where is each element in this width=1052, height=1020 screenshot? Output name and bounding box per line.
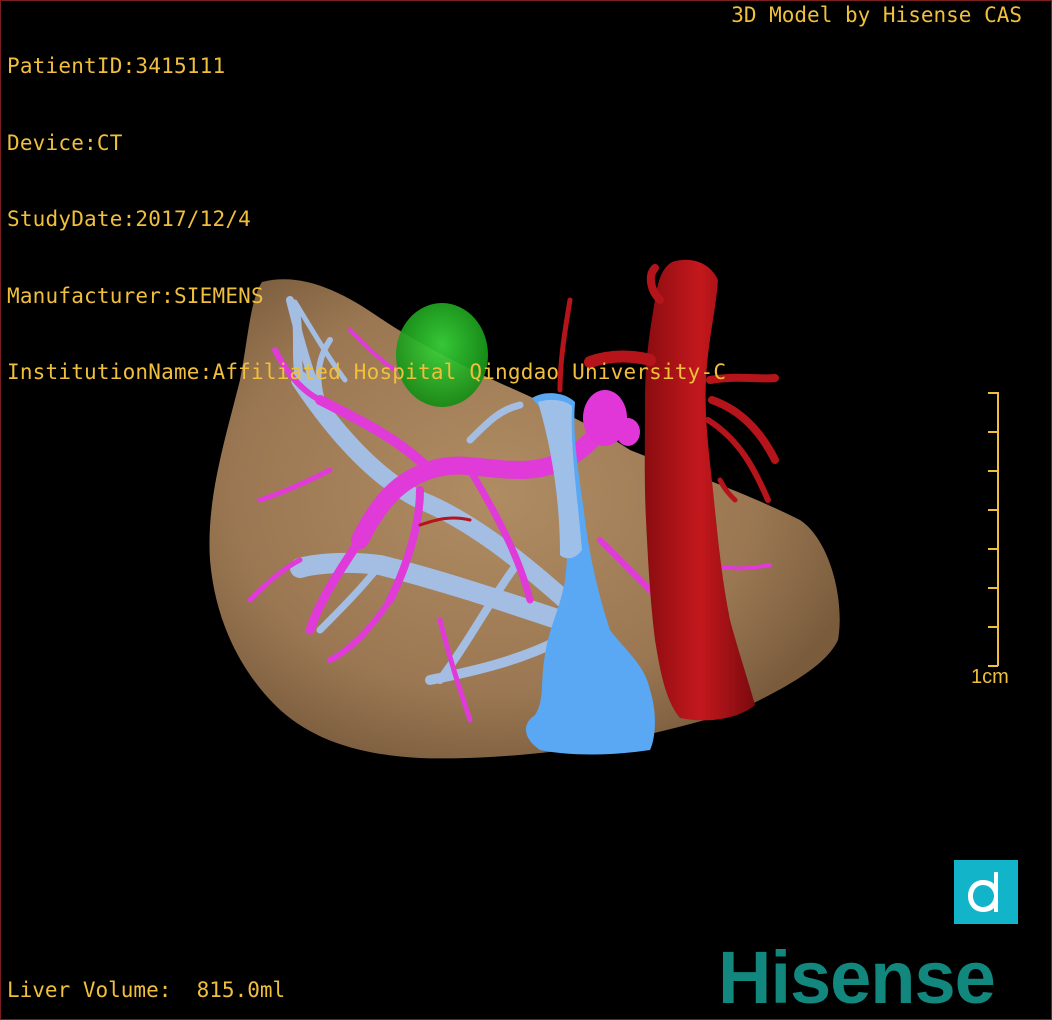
app-badge-icon[interactable] <box>954 860 1018 924</box>
device-label: Device:CT <box>7 130 123 155</box>
liver-volume-readout: Liver Volume: 815.0ml <box>7 978 286 1002</box>
dicom-info-overlay: PatientID:3415111 Device:CT StudyDate:20… <box>7 3 726 411</box>
brand-logo: Hisense <box>718 936 996 1019</box>
patient-id-label: PatientID:3415111 <box>7 54 226 78</box>
portal-vein-branch-knob <box>616 418 640 446</box>
scale-bar <box>988 392 999 667</box>
scale-bar-label: 1cm <box>971 666 1009 688</box>
letter-d-icon <box>968 872 998 912</box>
institution-label: InstitutionName:Affiliated Hospital Qing… <box>7 360 727 384</box>
model-credit: 3D Model by Hisense CAS <box>731 3 1022 27</box>
manufacturer-label: Manufacturer:SIEMENS <box>7 283 264 308</box>
study-date-label: StudyDate:2017/12/4 <box>7 207 252 231</box>
